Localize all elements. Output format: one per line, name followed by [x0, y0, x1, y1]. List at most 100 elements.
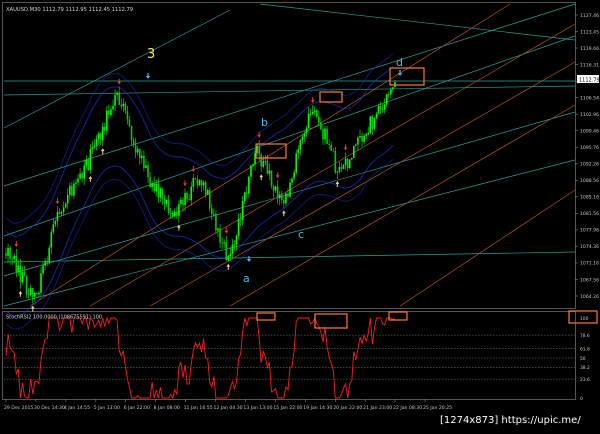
candle-body [215, 213, 217, 231]
candle-body [173, 211, 176, 217]
candle-body [167, 200, 170, 213]
current-price-label: 1112.79 [579, 78, 600, 84]
candle-body [145, 165, 147, 169]
candle-body [371, 116, 374, 129]
candle-body [311, 111, 314, 114]
candle-body [344, 158, 347, 165]
candle-body [136, 148, 139, 153]
candle-body [46, 261, 48, 263]
time-tick-label: 8 Jan 08:00 [154, 405, 180, 411]
candle-body [248, 176, 250, 194]
candle-body [130, 125, 133, 141]
candle-body [342, 164, 345, 169]
candle-body [101, 126, 104, 141]
candle-body [225, 242, 228, 261]
candle-body [320, 122, 322, 130]
candle-body [34, 293, 36, 297]
candle-body [200, 180, 203, 186]
candle-body [336, 171, 339, 173]
candle-body [260, 154, 263, 167]
time-tick-label: 30 Dec 14:30 [34, 405, 65, 411]
candle-body [83, 165, 86, 179]
candle-body [75, 182, 77, 184]
candle-body [373, 118, 376, 129]
price-tick-label: 1119.66 [580, 46, 599, 52]
candle-body [188, 199, 190, 201]
time-tick-label: 6 Jan 22:00 [124, 405, 150, 411]
candle-body [85, 159, 88, 166]
candle-body [124, 103, 127, 111]
candle-body [23, 272, 26, 276]
time-tick-label: 11 Jan 16:55 [184, 405, 213, 411]
candle-body [87, 159, 90, 171]
time-tick-label: 12 Jan 04:30 [214, 405, 243, 411]
candle-body [180, 199, 182, 205]
wave-label-c: c [298, 228, 304, 241]
candle-body [21, 272, 24, 283]
time-tick-label: 13 Jan 13:00 [243, 405, 272, 411]
candle-body [159, 188, 162, 198]
price-tick-label: 1102.96 [580, 112, 599, 118]
candle-body [291, 178, 293, 183]
oscillator-tick-label: 61.8 [580, 346, 590, 352]
candle-body [252, 164, 254, 166]
candle-body [346, 158, 349, 169]
candle-body [217, 228, 219, 231]
candle-body [208, 190, 211, 209]
candle-body [355, 144, 357, 146]
candle-body [157, 184, 160, 198]
candle-body [361, 135, 363, 142]
candle-body [313, 110, 316, 112]
candle-body [334, 150, 337, 173]
candle-body [126, 110, 129, 120]
candle-body [379, 106, 382, 110]
price-tick-label: 1085.16 [580, 195, 599, 201]
candle-body [246, 192, 248, 194]
candle-body [198, 180, 201, 186]
candle-body [91, 147, 94, 150]
candle-body [11, 258, 13, 260]
candle-body [204, 182, 207, 195]
sub-header: StochRSI2 100.0000 (108675591) 100 [6, 315, 102, 321]
candle-body [31, 288, 34, 297]
candle-body [338, 166, 341, 172]
candle-body [141, 155, 143, 159]
candle-body [392, 87, 394, 90]
candle-body [38, 292, 40, 295]
price-tick-label: 1106.54 [580, 95, 599, 101]
candle-body [278, 194, 281, 199]
chart-canvas: 1127.461123.451119.661116.311109.361106.… [0, 0, 600, 430]
candle-body [227, 256, 230, 261]
candle-body [143, 155, 145, 169]
candle-body [77, 178, 79, 183]
candle-body [231, 244, 234, 254]
price-tick-label: 1127.46 [580, 13, 599, 19]
candle-body [295, 153, 298, 173]
candle-body [309, 113, 312, 115]
oscillator-tick-label: 0 [580, 396, 583, 402]
price-tick-label: 1077.96 [580, 228, 599, 234]
candle-body [89, 149, 92, 171]
candle-body [169, 212, 172, 214]
candle-body [40, 273, 42, 293]
candle-body [122, 103, 125, 107]
chart-window: 1127.461123.451119.661116.311109.361106.… [0, 0, 600, 430]
candle-body [138, 148, 141, 159]
candle-body [377, 106, 380, 114]
time-tick-label: 5 Jan 13:00 [94, 405, 120, 411]
price-tick-label: 1123.45 [580, 29, 599, 35]
candle-body [221, 242, 223, 244]
candle-body [307, 113, 310, 129]
candle-body [103, 126, 106, 131]
candle-body [116, 92, 118, 96]
candle-body [297, 149, 300, 154]
candle-body [385, 94, 388, 105]
candle-body [233, 244, 236, 246]
watermark: [1274x873] https://upic.me/ [440, 415, 581, 426]
price-tick-label: 1074.36 [580, 244, 599, 250]
wave-label-a: a [243, 272, 250, 285]
candle-body [367, 132, 370, 135]
candle-body [52, 224, 55, 233]
oscillator-tick-label: 100 [580, 316, 589, 322]
candle-body [29, 288, 32, 295]
